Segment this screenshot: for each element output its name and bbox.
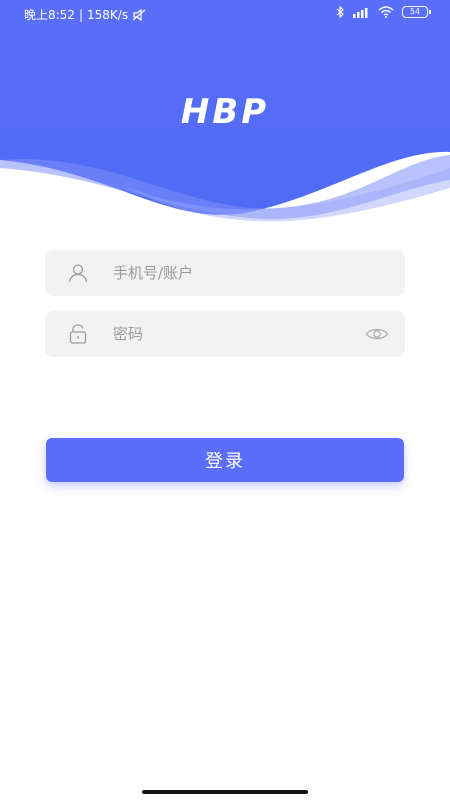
username-field[interactable] <box>45 250 405 296</box>
mute-icon <box>132 8 146 21</box>
user-icon <box>68 264 88 283</box>
signal-icon <box>353 8 368 18</box>
status-right: 54 <box>336 6 431 18</box>
status-bar: 晚上8:52 | 158K/s 54 <box>0 0 450 28</box>
battery-icon: 54 <box>402 6 431 18</box>
eye-icon[interactable] <box>365 323 389 345</box>
username-input[interactable] <box>113 250 343 296</box>
app-logo: HBP <box>180 92 270 132</box>
login-screen: 晚上8:52 | 158K/s 54 HBP 手机号/账户 登录 <box>0 0 450 800</box>
status-separator: | <box>78 7 83 22</box>
battery-level: 54 <box>409 7 421 16</box>
lock-icon <box>69 324 87 344</box>
login-button[interactable]: 登录 <box>46 438 404 482</box>
status-left: 晚上8:52 | 158K/s <box>24 6 146 23</box>
network-speed: 158K/s <box>87 7 129 22</box>
status-time: 晚上8:52 <box>24 8 75 22</box>
password-field[interactable] <box>45 311 405 357</box>
bluetooth-icon <box>336 6 344 18</box>
password-input[interactable] <box>113 311 343 357</box>
home-indicator[interactable] <box>142 790 308 794</box>
wifi-icon <box>378 6 394 18</box>
